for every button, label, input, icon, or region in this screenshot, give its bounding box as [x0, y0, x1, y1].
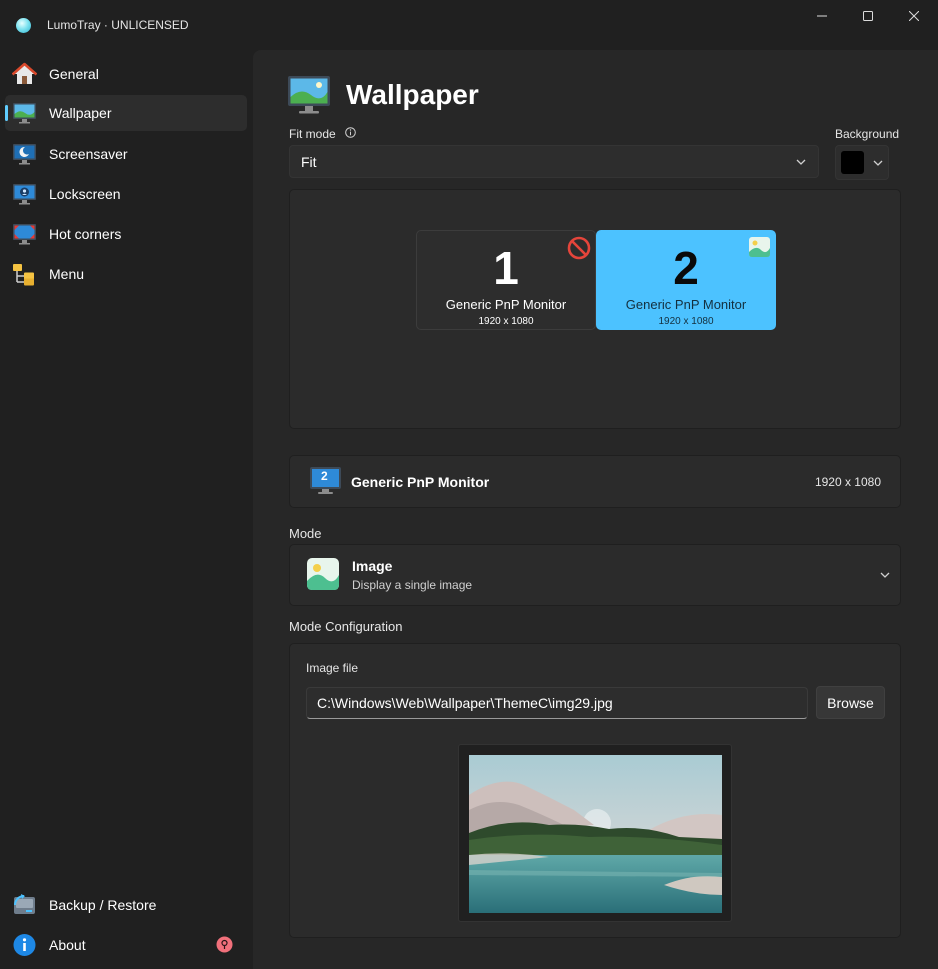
info-icon: [13, 934, 36, 956]
selected-monitor-resolution: 1920 x 1080: [814, 475, 881, 489]
page-title: Wallpaper: [346, 79, 479, 110]
fit-mode-label: Fit mode: [289, 127, 336, 141]
sidebar-item-lockscreen[interactable]: Lockscreen: [5, 176, 247, 212]
minimize-button[interactable]: [799, 0, 845, 32]
sidebar-item-label: Backup / Restore: [49, 897, 157, 913]
monitor-arrangement: 1 Generic PnP Monitor 1920 x 1080 2 Gene…: [289, 189, 901, 429]
selected-monitor-number: 2: [321, 469, 328, 483]
info-icon[interactable]: [345, 127, 356, 138]
maximize-icon: [863, 11, 873, 21]
mode-config-label: Mode Configuration: [289, 619, 403, 634]
wallpaper-monitor-icon: [13, 103, 36, 124]
monitor-name: Generic PnP Monitor: [445, 297, 567, 312]
sidebar-item-label: About: [49, 937, 86, 953]
image-preview-frame: [458, 744, 732, 922]
image-icon: [749, 237, 770, 257]
home-icon: [12, 62, 37, 84]
app-title: LumoTray · UNLICENSED: [47, 18, 189, 32]
selection-indicator: [5, 105, 8, 121]
close-icon: [909, 11, 919, 21]
wallpaper-monitor-icon: [288, 76, 330, 114]
fit-mode-value: Fit: [301, 154, 317, 170]
hot-corners-icon: [13, 224, 36, 245]
disabled-icon: [567, 236, 591, 260]
monitor-tile-1[interactable]: 1 Generic PnP Monitor 1920 x 1080: [416, 230, 596, 330]
mode-config-card: Image file C:\Windows\Web\Wallpaper\Them…: [289, 643, 901, 938]
sidebar-item-hot-corners[interactable]: Hot corners: [5, 216, 247, 252]
sidebar-item-label: Menu: [49, 266, 85, 282]
sidebar-item-about[interactable]: About: [5, 927, 247, 963]
chevron-down-icon: [880, 572, 890, 578]
background-color-swatch: [841, 151, 864, 174]
image-path-input[interactable]: C:\Windows\Web\Wallpaper\ThemeC\img29.jp…: [306, 687, 808, 719]
chevron-down-icon: [873, 160, 883, 166]
sidebar-item-label: General: [49, 66, 99, 82]
backup-restore-icon: [14, 894, 35, 914]
mode-description: Display a single image: [352, 578, 473, 592]
sidebar-item-label: Wallpaper: [49, 105, 112, 121]
notification-badge-icon: [216, 936, 233, 953]
sidebar-item-backup-restore[interactable]: Backup / Restore: [5, 887, 247, 923]
selected-monitor-card: 2 Generic PnP Monitor 1920 x 1080: [289, 455, 901, 508]
image-icon: [307, 558, 339, 590]
sidebar-item-screensaver[interactable]: Screensaver: [5, 136, 247, 172]
sidebar-item-general[interactable]: General: [5, 56, 247, 92]
fit-mode-dropdown[interactable]: Fit: [289, 145, 819, 178]
screensaver-moon-icon: [13, 144, 36, 165]
app-logo-icon: [16, 18, 31, 33]
sidebar-item-label: Screensaver: [49, 146, 128, 162]
image-file-label: Image file: [306, 661, 359, 675]
monitor-tile-2[interactable]: 2 Generic PnP Monitor 1920 x 1080: [596, 230, 776, 330]
mode-label: Mode: [289, 526, 322, 541]
sidebar-item-menu[interactable]: Menu: [5, 256, 247, 292]
background-color-picker[interactable]: [835, 145, 889, 180]
close-button[interactable]: [891, 0, 937, 32]
wallpaper-preview-image: [469, 755, 722, 913]
minimize-icon: [817, 15, 827, 17]
maximize-button[interactable]: [845, 0, 891, 32]
mode-dropdown[interactable]: Image Display a single image: [289, 544, 901, 606]
sidebar-item-label: Hot corners: [49, 226, 122, 242]
menu-folders-icon: [13, 264, 34, 286]
selected-monitor-name: Generic PnP Monitor: [351, 474, 490, 490]
monitor-resolution: 1920 x 1080: [658, 316, 714, 327]
sidebar-item-label: Lockscreen: [49, 186, 121, 202]
monitor-name: Generic PnP Monitor: [625, 297, 747, 312]
browse-button[interactable]: Browse: [816, 686, 885, 719]
lockscreen-user-icon: [13, 184, 36, 205]
chevron-down-icon: [796, 159, 806, 165]
sidebar-item-wallpaper[interactable]: Wallpaper: [5, 95, 247, 131]
background-label: Background: [835, 127, 900, 141]
browse-button-label: Browse: [827, 695, 874, 711]
mode-title: Image: [352, 558, 393, 574]
image-path-value: C:\Windows\Web\Wallpaper\ThemeC\img29.jp…: [317, 695, 613, 711]
monitor-resolution: 1920 x 1080: [478, 316, 534, 327]
